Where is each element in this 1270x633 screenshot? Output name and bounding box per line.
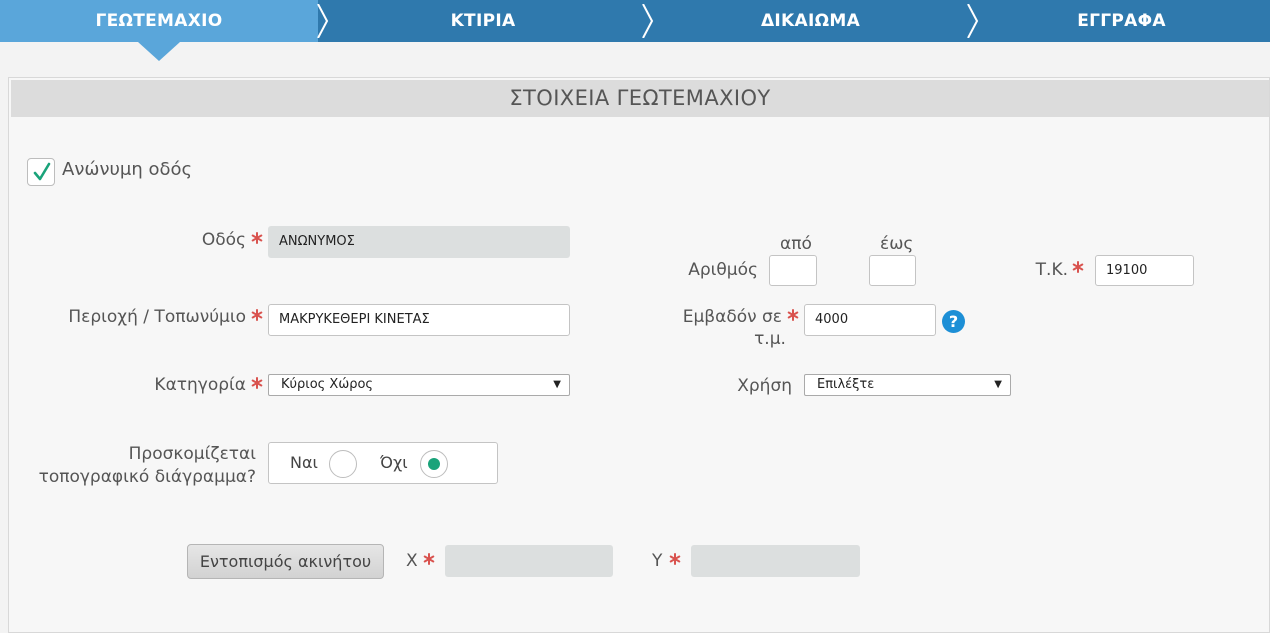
active-step-pointer-icon xyxy=(138,42,180,61)
number-from-label: από xyxy=(780,234,812,254)
topo-diagram-label-line1: Προσκομίζεται xyxy=(128,444,256,464)
category-select[interactable]: Κύριος Χώρος ▼ xyxy=(268,374,570,396)
number-to-input[interactable] xyxy=(869,255,916,286)
surface-label: Εμβαδόν σε xyxy=(682,307,782,327)
y-coordinate-input[interactable] xyxy=(691,545,860,577)
radio-no-label: Όχι xyxy=(380,453,408,472)
required-asterisk-icon xyxy=(251,232,263,244)
required-asterisk-icon xyxy=(251,377,263,389)
tab-eggrafa[interactable]: ΕΓΓΡΑΦΑ xyxy=(973,0,1270,42)
radio-yes-label: Ναι xyxy=(290,453,318,472)
required-asterisk-icon xyxy=(423,553,435,565)
step-separator-icon xyxy=(641,4,655,38)
x-coordinate-input[interactable] xyxy=(445,545,613,577)
street-input[interactable]: ΑΝΩΝΥΜΟΣ xyxy=(268,226,570,258)
usage-select[interactable]: Επιλέξτε ▼ xyxy=(804,374,1011,396)
category-label: Κατηγορία xyxy=(154,375,246,395)
tab-geotemaxio[interactable]: ΓΕΩΤΕΜΑΧΙΟ xyxy=(0,0,318,42)
tab-dikaioma[interactable]: ΔΙΚΑΙΩΜΑ xyxy=(648,0,973,42)
chevron-down-icon: ▼ xyxy=(994,379,1002,390)
required-asterisk-icon xyxy=(1072,261,1084,273)
topo-diagram-label-line2: τοπογραφικό διάγραμμα? xyxy=(38,467,256,487)
number-from-input[interactable] xyxy=(769,255,817,286)
checkmark-icon xyxy=(33,162,51,181)
chevron-down-icon: ▼ xyxy=(553,379,561,390)
street-label: Οδός xyxy=(201,230,246,250)
radio-yes[interactable] xyxy=(329,450,357,478)
area-label: Περιοχή / Τοπωνύμιο xyxy=(68,307,246,327)
required-asterisk-icon xyxy=(787,309,799,321)
anonymous-street-label: Ανώνυμη οδός xyxy=(62,159,193,180)
radio-no[interactable] xyxy=(420,450,448,478)
x-coordinate-label: X xyxy=(406,551,418,571)
wizard-nav: ΓΕΩΤΕΜΑΧΙΟ ΚΤΙΡΙΑ ΔΙΚΑΙΩΜΑ ΕΓΓΡΑΦΑ xyxy=(0,0,1270,42)
number-to-label: έως xyxy=(880,234,914,254)
tab-ktiria[interactable]: ΚΤΙΡΙΑ xyxy=(318,0,648,42)
anonymous-street-checkbox[interactable] xyxy=(27,158,55,186)
y-coordinate-label: Y xyxy=(652,551,663,571)
postal-code-input[interactable]: 19100 xyxy=(1095,255,1194,286)
surface-input[interactable]: 4000 xyxy=(804,304,936,336)
step-separator-icon xyxy=(316,4,330,38)
help-icon[interactable]: ? xyxy=(942,310,965,333)
radio-selected-dot-icon xyxy=(428,458,440,470)
surface-unit-label: τ.μ. xyxy=(754,329,786,349)
area-input[interactable]: ΜΑΚΡΥΚΕΘΕΡΙ ΚΙΝΕΤΑΣ xyxy=(268,304,570,336)
category-selected-value: Κύριος Χώρος xyxy=(281,377,374,392)
required-asterisk-icon xyxy=(251,309,263,321)
locate-property-button[interactable]: Εντοπισμός ακινήτου xyxy=(187,544,384,579)
required-asterisk-icon xyxy=(669,553,681,565)
number-label: Αριθμός xyxy=(688,260,758,280)
usage-label: Χρήση xyxy=(737,376,792,396)
topo-diagram-radio-group: Ναι Όχι xyxy=(268,442,498,484)
postal-code-label: Τ.Κ. xyxy=(1035,260,1068,280)
usage-selected-value: Επιλέξτε xyxy=(817,377,875,392)
step-separator-icon xyxy=(966,4,980,38)
panel-title: ΣΤΟΙΧΕΙΑ ΓΕΩΤΕΜΑΧΙΟΥ xyxy=(11,80,1269,117)
